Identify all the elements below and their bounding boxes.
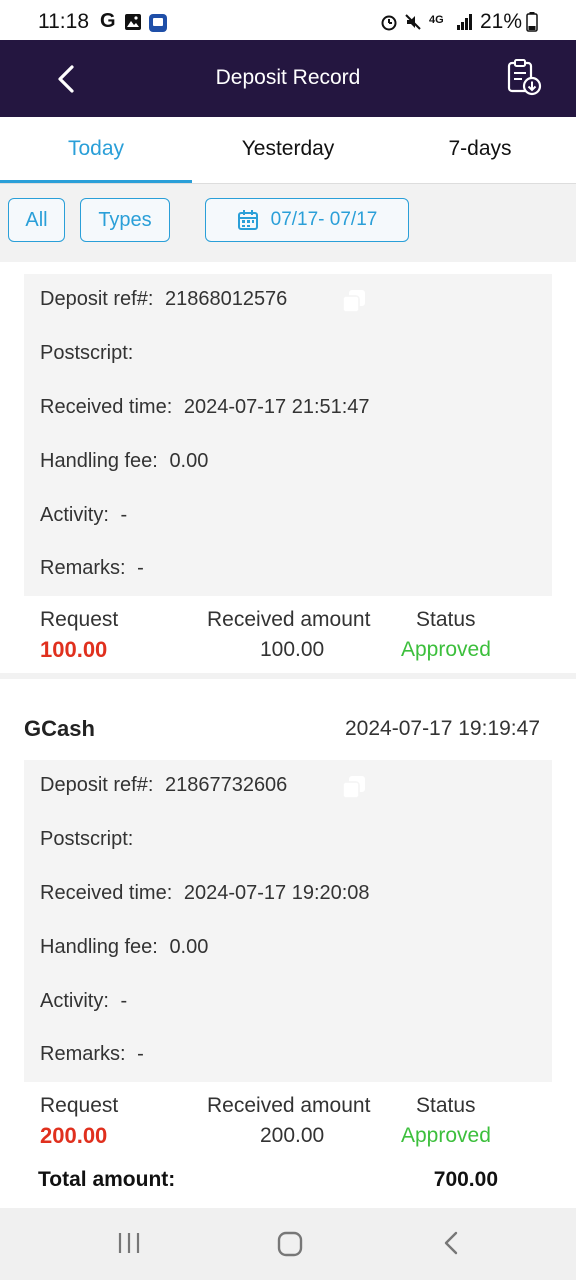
- record-datetime: 2024-07-17 19:19:47: [345, 717, 540, 740]
- tab-today[interactable]: Today: [0, 137, 192, 161]
- activity-label: Activity:: [40, 990, 109, 1012]
- deposit-ref-value: 21867732606: [164, 774, 288, 796]
- request-value: 100.00: [40, 637, 108, 662]
- handling-fee-row: Handling fee: 0.00: [40, 450, 208, 473]
- tab-7-days[interactable]: 7-days: [384, 137, 576, 161]
- total-bar: Total amount: 700.00: [0, 1152, 576, 1208]
- date-range-label: 07/17- 07/17: [270, 209, 378, 230]
- handling-fee-value: 0.00: [169, 936, 209, 958]
- deposit-ref-label: Deposit ref#:: [40, 774, 154, 796]
- app-notification-icon: [149, 14, 167, 32]
- record-details-panel: [24, 274, 552, 596]
- recents-icon[interactable]: [116, 1230, 142, 1256]
- remarks-value: -: [137, 1043, 144, 1065]
- postscript-label: Postscript:: [40, 828, 134, 850]
- deposit-ref-value: 21868012576: [164, 288, 288, 310]
- received-amount-label: Received amount: [207, 1094, 371, 1117]
- back-icon[interactable]: [440, 1230, 464, 1256]
- request-label: Request: [40, 1094, 119, 1117]
- total-value: 700.00: [433, 1168, 498, 1191]
- postscript-label: Postscript:: [40, 342, 134, 364]
- status-badge: Approved: [401, 1124, 491, 1147]
- google-icon: G: [100, 10, 116, 32]
- status-bar: 11:18 G 4G 21%: [0, 0, 576, 44]
- postscript-row: Postscript:: [40, 342, 133, 365]
- date-tabs: Today Yesterday 7-days: [0, 117, 576, 184]
- filter-bar: All Types 07/17- 07/17: [0, 184, 576, 262]
- copy-icon[interactable]: [341, 774, 367, 800]
- received-time-value: 2024-07-17 21:51:47: [183, 396, 370, 418]
- received-time-label: Received time:: [40, 882, 173, 904]
- home-icon[interactable]: [276, 1230, 304, 1258]
- total-label: Total amount:: [38, 1168, 176, 1191]
- status-time: 11:18: [38, 10, 89, 33]
- signal-icon: [457, 14, 472, 30]
- activity-label: Activity:: [40, 504, 109, 526]
- remarks-label: Remarks:: [40, 1043, 126, 1065]
- battery-icon: [526, 12, 538, 32]
- remarks-row: Remarks: -: [40, 1043, 144, 1066]
- payment-method: GCash: [24, 716, 95, 741]
- handling-fee-label: Handling fee:: [40, 450, 158, 472]
- active-tab-indicator: [0, 180, 192, 183]
- status-label: Status: [416, 608, 476, 631]
- received-time-label: Received time:: [40, 396, 173, 418]
- system-nav-bar: [0, 1208, 576, 1280]
- received-time-value: 2024-07-17 19:20:08: [183, 882, 370, 904]
- postscript-row: Postscript:: [40, 828, 133, 851]
- mute-icon: [405, 14, 421, 30]
- deposit-ref-row: Deposit ref#: 21867732606: [40, 774, 287, 797]
- gallery-icon: [125, 14, 141, 30]
- status-badge: Approved: [401, 638, 491, 661]
- request-label: Request: [40, 608, 119, 631]
- page-title: Deposit Record: [215, 66, 361, 89]
- received-amount-value: 100.00: [260, 638, 325, 661]
- activity-value: -: [120, 504, 128, 526]
- filter-all-label: All: [25, 208, 48, 231]
- remarks-value: -: [137, 557, 144, 579]
- filter-all-button[interactable]: All: [8, 198, 65, 242]
- deposit-record-card[interactable]: Deposit ref#: 21868012576 Postscript: Re…: [0, 262, 576, 673]
- battery-percent: 21%: [480, 10, 523, 33]
- calendar-icon: [237, 210, 258, 230]
- received-time-row: Received time: 2024-07-17 19:20:08: [40, 882, 370, 905]
- network-type: 4G: [429, 14, 444, 26]
- received-time-row: Received time: 2024-07-17 21:51:47: [40, 396, 370, 419]
- record-details-panel: [24, 760, 552, 1082]
- handling-fee-label: Handling fee:: [40, 936, 158, 958]
- date-range-button[interactable]: 07/17- 07/17: [205, 198, 409, 242]
- tab-yesterday[interactable]: Yesterday: [192, 137, 384, 161]
- filter-types-label: Types: [98, 208, 152, 231]
- handling-fee-value: 0.00: [169, 450, 209, 472]
- alarm-icon: [381, 15, 397, 31]
- activity-row: Activity: -: [40, 504, 127, 527]
- remarks-label: Remarks:: [40, 557, 126, 579]
- deposit-ref-row: Deposit ref#: 21868012576: [40, 288, 287, 311]
- status-label: Status: [416, 1094, 476, 1117]
- app-header: Deposit Record: [0, 40, 576, 117]
- received-amount-value: 200.00: [260, 1124, 325, 1147]
- copy-icon[interactable]: [341, 288, 367, 314]
- remarks-row: Remarks: -: [40, 557, 144, 580]
- filter-types-button[interactable]: Types: [80, 198, 170, 242]
- handling-fee-row: Handling fee: 0.00: [40, 936, 208, 959]
- clipboard-download-icon[interactable]: [504, 58, 544, 98]
- request-value: 200.00: [40, 1123, 108, 1148]
- activity-value: -: [120, 990, 128, 1012]
- received-amount-label: Received amount: [207, 608, 371, 631]
- activity-row: Activity: -: [40, 990, 127, 1013]
- deposit-ref-label: Deposit ref#:: [40, 288, 154, 310]
- deposit-record-card[interactable]: GCash 2024-07-17 19:19:47 Deposit ref#: …: [0, 679, 576, 1152]
